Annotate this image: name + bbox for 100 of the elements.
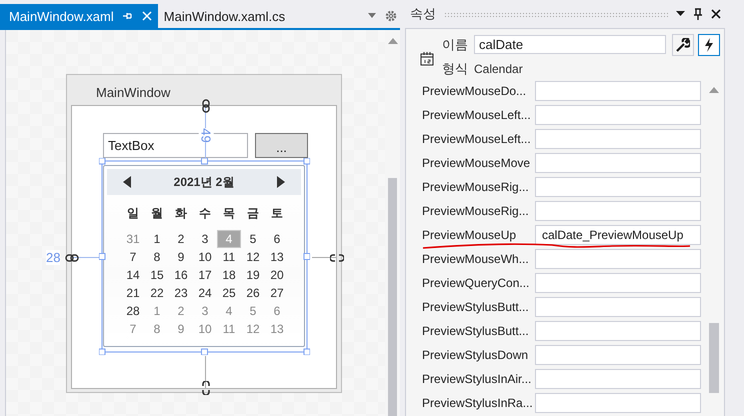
calendar-day[interactable]: 16 — [169, 266, 193, 284]
calendar-day[interactable]: 5 — [241, 230, 265, 248]
handler-field[interactable] — [535, 201, 701, 221]
event-name: PreviewStylusDown — [422, 348, 530, 362]
next-month-icon[interactable] — [276, 176, 285, 188]
calendar-day[interactable]: 11 — [217, 248, 241, 266]
calendar-day[interactable]: 1 — [145, 230, 169, 248]
name-field[interactable]: calDate — [474, 35, 666, 54]
handler-field[interactable] — [535, 177, 701, 197]
name-label: 이름 — [442, 36, 468, 54]
calendar-day[interactable]: 10 — [193, 320, 217, 338]
month-title[interactable]: 2021년 2월 — [174, 174, 234, 190]
events-button[interactable] — [698, 34, 720, 56]
calendar-day[interactable]: 7 — [121, 248, 145, 266]
type-value: Calendar — [474, 62, 523, 76]
event-name: PreviewMouseDo... — [422, 84, 528, 98]
weekday-label: 수 — [198, 205, 212, 222]
calendar-day[interactable]: 24 — [193, 284, 217, 302]
calendar-day[interactable]: 27 — [265, 284, 289, 302]
event-name: PreviewMouseUp — [422, 228, 518, 242]
calendar-day[interactable]: 13 — [265, 248, 289, 266]
calendar-day[interactable]: 2 — [169, 230, 193, 248]
event-name: PreviewMouseRig... — [422, 180, 530, 194]
calendar-day[interactable]: 26 — [241, 284, 265, 302]
handler-field[interactable] — [535, 321, 701, 341]
handler-field[interactable] — [535, 393, 701, 413]
broken-link-icon[interactable] — [330, 254, 344, 262]
calendar-day[interactable]: 21 — [121, 284, 145, 302]
scroll-up-icon[interactable] — [388, 38, 398, 44]
calendar-day[interactable]: 14 — [121, 266, 145, 284]
event-name: PreviewStylusButt... — [422, 324, 530, 338]
margin-label: 28 — [46, 250, 60, 265]
panel-title: 속성 — [410, 5, 436, 23]
calendar[interactable]: 2021년 2월 일 월 화 수 목 금 토 31 1 2 3 4 5 6 7 8 9 10 11 12 13 14 15 16 17 18 19 20 21 22 23 24 25 26 27 28 1 2 3 4 5 6 7 8 9 10 11 12 13 — [103, 165, 305, 347]
wrench-icon — [676, 38, 690, 52]
calendar-day[interactable]: 23 — [169, 284, 193, 302]
calendar-day[interactable]: 11 — [217, 320, 241, 338]
calendar-day[interactable]: 9 — [169, 248, 193, 266]
calendar-day[interactable]: 12 — [241, 320, 265, 338]
event-name: PreviewMouseWh... — [422, 252, 530, 266]
event-name: PreviewMouseLeft... — [422, 132, 532, 146]
handler-field[interactable] — [535, 249, 701, 269]
calendar-day[interactable]: 6 — [265, 230, 289, 248]
vertical-scrollbar[interactable] — [385, 30, 400, 416]
event-name: PreviewStylusInAir... — [422, 372, 532, 386]
document-tab[interactable]: MainWindow.xaml.cs — [158, 4, 292, 28]
event-name: PreviewStylusInRa... — [422, 396, 534, 410]
calendar-day[interactable]: 3 — [193, 230, 217, 248]
calendar-day[interactable]: 13 — [265, 320, 289, 338]
handler-field[interactable] — [535, 273, 701, 293]
chain-link-icon[interactable] — [65, 254, 79, 262]
weekday-label: 토 — [270, 205, 284, 222]
calendar-day[interactable]: 19 — [241, 266, 265, 284]
margin-label: 49 — [198, 128, 214, 143]
scroll-thumb[interactable] — [709, 323, 719, 393]
event-name: PreviewMouseRig... — [422, 204, 530, 218]
event-name: PreviewStylusButt... — [422, 300, 530, 314]
properties-button[interactable] — [672, 34, 694, 56]
previous-month-icon[interactable] — [123, 176, 131, 188]
handler-field[interactable] — [535, 129, 701, 149]
type-label: 형식 — [442, 60, 468, 78]
handler-field[interactable] — [535, 153, 701, 173]
handler-field[interactable] — [535, 297, 701, 317]
calendar-day[interactable]: 25 — [217, 284, 241, 302]
event-name: PreviewMouseMove — [422, 156, 532, 170]
calendar-day[interactable]: 20 — [265, 266, 289, 284]
calendar-day[interactable]: 10 — [193, 248, 217, 266]
calendar-day[interactable]: 15 — [145, 266, 169, 284]
dropdown-icon[interactable] — [676, 11, 685, 17]
calendar-day[interactable]: 17 — [193, 266, 217, 284]
calendar-day[interactable]: 8 — [145, 248, 169, 266]
calendar-day[interactable]: 18 — [217, 266, 241, 284]
weekday-label: 목 — [222, 205, 236, 222]
handler-field[interactable]: calDate_PreviewMouseUp — [535, 225, 701, 245]
settings-icon[interactable] — [385, 10, 397, 22]
weekday-label: 월 — [150, 205, 164, 222]
weekday-label: 금 — [246, 205, 260, 222]
broken-link-icon[interactable] — [202, 381, 210, 395]
window-title: MainWindow — [96, 85, 170, 100]
event-name: PreviewMouseLeft... — [422, 108, 532, 122]
calendar-day[interactable]: 28 — [121, 302, 145, 320]
calendar-day[interactable]: 9 — [169, 320, 193, 338]
close-icon[interactable] — [711, 9, 721, 19]
calendar-day[interactable]: 8 — [145, 320, 169, 338]
scroll-thumb[interactable] — [388, 178, 397, 416]
browse-button[interactable]: ... — [255, 133, 308, 158]
chain-link-icon[interactable] — [202, 99, 210, 113]
scroll-up-icon[interactable] — [709, 87, 719, 93]
handler-field[interactable] — [535, 369, 701, 389]
lightning-icon — [704, 38, 714, 52]
calendar-day[interactable]: 12 — [241, 248, 265, 266]
handler-field[interactable] — [535, 345, 701, 365]
weekday-label: 일 — [126, 205, 140, 222]
weekday-label: 화 — [174, 205, 188, 222]
handler-field[interactable] — [535, 81, 701, 101]
handler-field[interactable] — [535, 105, 701, 125]
calendar-icon — [420, 52, 434, 66]
pin-icon[interactable] — [693, 8, 703, 20]
calendar-day[interactable]: 22 — [145, 284, 169, 302]
calendar-day[interactable]: 7 — [121, 320, 145, 338]
